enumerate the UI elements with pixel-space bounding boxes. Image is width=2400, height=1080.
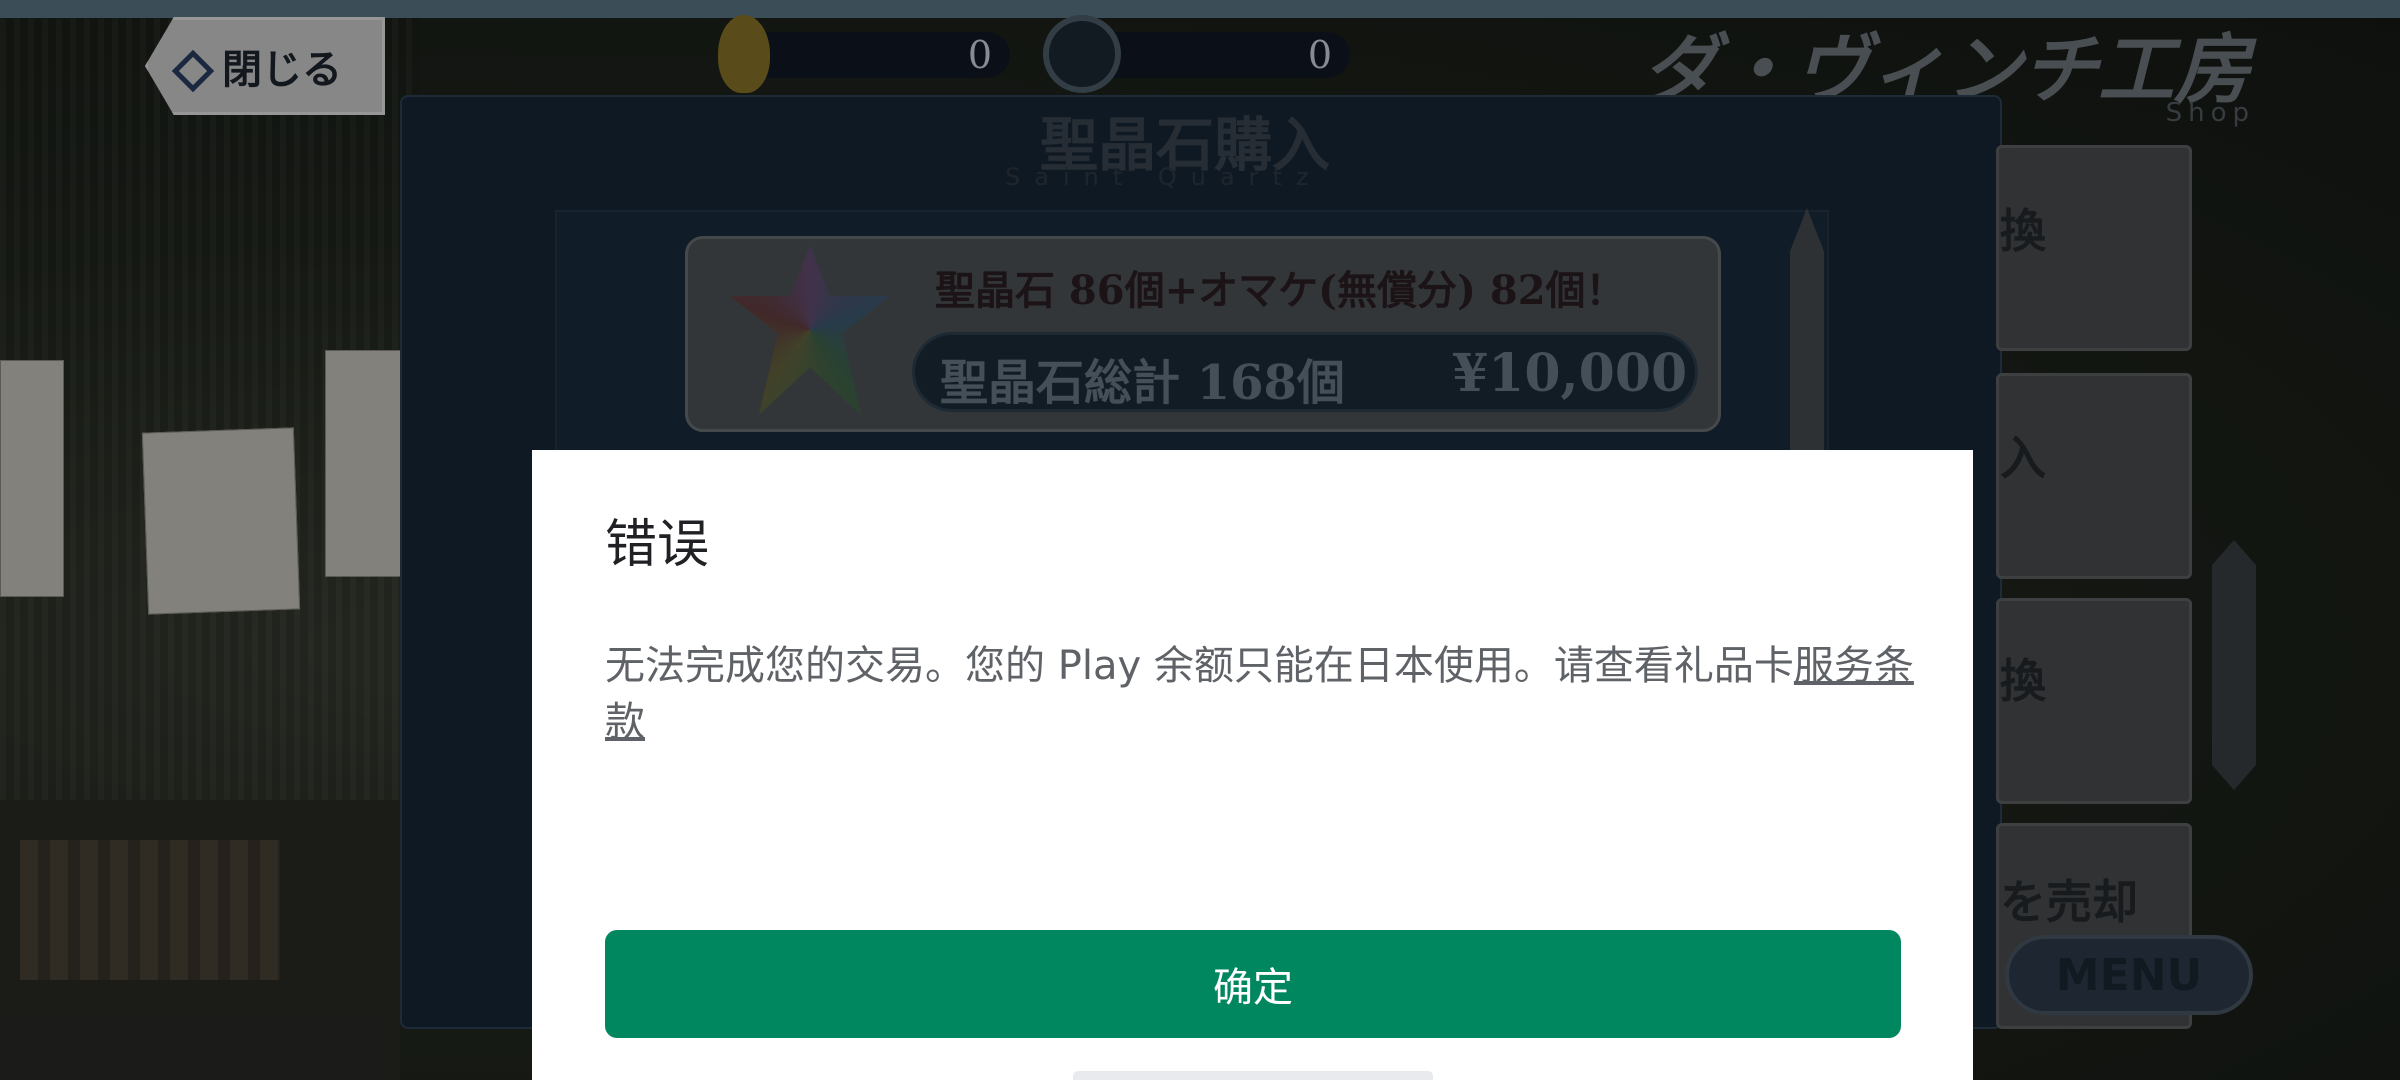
dialog-title: 错误 — [605, 515, 710, 575]
dialog-message-text: 无法完成您的交易。您的 Play 余额只能在日本使用。请查看礼品卡 — [605, 643, 1794, 689]
error-dialog: 错误 无法完成您的交易。您的 Play 余额只能在日本使用。请查看礼品卡服务条款… — [532, 450, 1973, 1080]
confirm-button[interactable]: 确定 — [605, 930, 1901, 1038]
dialog-message: 无法完成您的交易。您的 Play 余额只能在日本使用。请查看礼品卡服务条款 — [605, 638, 1915, 750]
bottom-sheet-handle — [1073, 1071, 1433, 1080]
